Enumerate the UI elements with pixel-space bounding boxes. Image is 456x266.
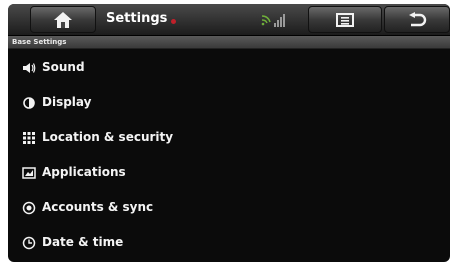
settings-item-date-time[interactable]: Date & time (8, 225, 450, 260)
settings-item-applications[interactable]: Applications (8, 155, 450, 190)
back-button[interactable] (384, 6, 450, 33)
grid-icon (23, 132, 35, 144)
menu-button[interactable] (308, 6, 382, 33)
recording-indicator-icon (171, 19, 176, 24)
applications-icon (22, 167, 36, 179)
top-bar: Settings (8, 4, 450, 36)
clock-icon (22, 236, 36, 250)
section-header-label: Base Settings (12, 38, 67, 46)
settings-item-label: Display (42, 95, 92, 109)
settings-item-label: Date & time (42, 235, 124, 249)
home-icon (54, 11, 72, 28)
settings-item-accounts-sync[interactable]: Accounts & sync (8, 190, 450, 225)
title-area: Settings (96, 6, 236, 33)
menu-icon (336, 12, 354, 27)
page-title: Settings (106, 11, 168, 26)
signal-icon (261, 13, 285, 27)
settings-list: Sound Display Location & security Applic… (8, 50, 450, 260)
settings-item-sound[interactable]: Sound (8, 50, 450, 85)
display-icon (23, 97, 35, 109)
settings-item-label: Location & security (42, 130, 174, 144)
settings-item-location-security[interactable]: Location & security (8, 120, 450, 155)
settings-item-label: Applications (42, 165, 126, 179)
settings-item-label: Accounts & sync (42, 200, 154, 214)
settings-screen: Settings Base Settings Sound Display Loc… (8, 4, 450, 262)
settings-item-display[interactable]: Display (8, 85, 450, 120)
section-header: Base Settings (8, 36, 450, 49)
sync-icon (22, 201, 36, 215)
status-area (238, 6, 310, 33)
back-icon (409, 11, 427, 26)
home-button[interactable] (30, 6, 96, 33)
speaker-icon (23, 63, 36, 73)
settings-item-label: Sound (42, 60, 85, 74)
